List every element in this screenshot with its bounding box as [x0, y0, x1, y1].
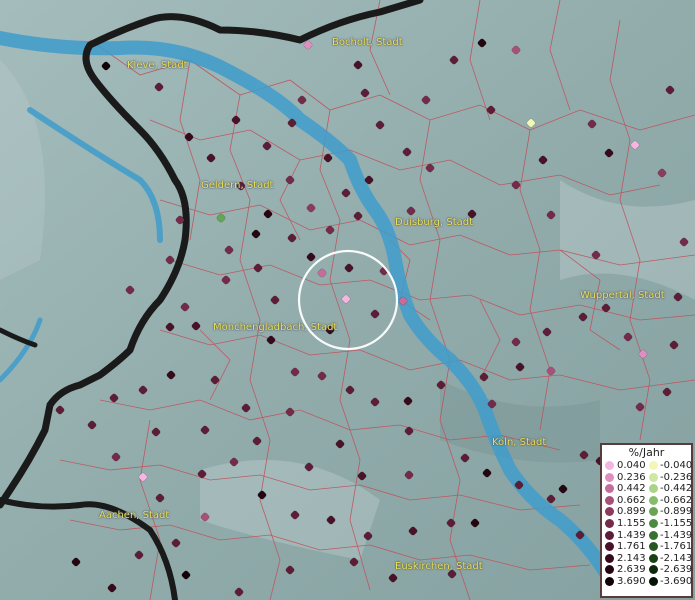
legend-label: 1.155 [617, 517, 646, 529]
city-label-euskirchen: Euskirchen, Stadt [395, 561, 483, 572]
legend-swatch [649, 472, 658, 482]
legend-label: -0.662 [660, 494, 693, 506]
legend-label: 0.662 [617, 494, 646, 506]
legend-row: 0.442 -0.442 [602, 483, 693, 495]
legend-label: -2.143 [660, 552, 693, 564]
city-label-koeln: Köln, Stadt [492, 437, 547, 448]
city-label-bocholt: Bocholt, Stadt [332, 37, 403, 48]
legend-swatch [649, 576, 658, 586]
city-label-kleve: Kleve, Stadt [127, 60, 188, 71]
legend-label: -0.899 [660, 506, 693, 518]
legend-row: 1.761 -1.761 [602, 541, 693, 553]
legend-swatch [605, 542, 614, 552]
legend-swatch [605, 518, 614, 528]
legend-title: %/Jahr [628, 446, 665, 459]
legend-label: 0.899 [617, 506, 646, 518]
legend-rows: 0.040 -0.040 0.236 -0.236 0.442 -0.442 0.662 -0… [602, 460, 693, 588]
legend-label: 2.143 [617, 552, 646, 564]
legend-swatch [649, 518, 658, 528]
legend-swatch [649, 530, 658, 540]
legend-row: 1.155 -1.155 [602, 517, 693, 530]
legend-swatch [605, 507, 614, 517]
city-label-geldern: Geldern, Stadt [201, 180, 274, 191]
city-label-aachen: Aachen, Stadt [99, 510, 170, 521]
legend-swatch [649, 553, 658, 563]
legend-label: -2.639 [660, 564, 693, 576]
legend-swatch [605, 565, 614, 575]
legend-row: 3.690 -3.690 [602, 575, 693, 588]
legend-label: 0.236 [617, 471, 646, 483]
legend-label: 0.442 [617, 483, 646, 495]
city-label-wuppertal: Wuppertal, Stadt [580, 290, 665, 301]
legend-swatch [649, 565, 658, 575]
legend-swatch [605, 530, 614, 540]
legend-label: -0.442 [660, 483, 693, 495]
legend-swatch [605, 472, 614, 482]
legend-row: 1.439 -1.439 [602, 529, 693, 542]
legend-row: 0.662 -0.662 [602, 494, 693, 507]
legend-row: 0.236 -0.236 [602, 471, 693, 484]
legend-swatch [605, 461, 614, 470]
legend-label: 1.761 [617, 541, 646, 553]
legend-label: -1.761 [660, 541, 693, 553]
legend-swatch [649, 507, 658, 517]
legend-swatch [605, 576, 614, 586]
legend-swatch [605, 553, 614, 563]
legend-label: -1.155 [660, 517, 693, 529]
legend-label: 2.639 [617, 564, 646, 576]
city-label-moenchengladbach: Mönchengladbach, Stadt [213, 322, 338, 333]
legend-label: -3.690 [660, 575, 693, 587]
legend-row: 0.899 -0.899 [602, 506, 693, 518]
legend-label: -0.236 [660, 471, 693, 483]
legend-row: 2.143 -2.143 [602, 552, 693, 565]
legend-swatch [605, 484, 614, 494]
legend-swatch [605, 495, 614, 505]
legend: %/Jahr 0.040 -0.040 0.236 -0.236 0.442 -0.442… [600, 443, 693, 598]
legend-swatch [649, 484, 658, 494]
legend-swatch [649, 461, 658, 470]
legend-label: 3.690 [617, 575, 646, 587]
legend-label: -1.439 [660, 529, 693, 541]
legend-row: 0.040 -0.040 [602, 460, 693, 472]
legend-label: 1.439 [617, 529, 646, 541]
legend-label: 0.040 [617, 460, 646, 471]
legend-label: -0.040 [660, 460, 693, 471]
legend-swatch [649, 542, 658, 552]
map-view[interactable]: Bocholt, Stadt Kleve, Stadt Geldern, Sta… [0, 0, 695, 600]
legend-row: 2.639 -2.639 [602, 564, 693, 576]
legend-swatch [649, 495, 658, 505]
city-label-duisburg: Duisburg, Stadt [395, 217, 474, 228]
